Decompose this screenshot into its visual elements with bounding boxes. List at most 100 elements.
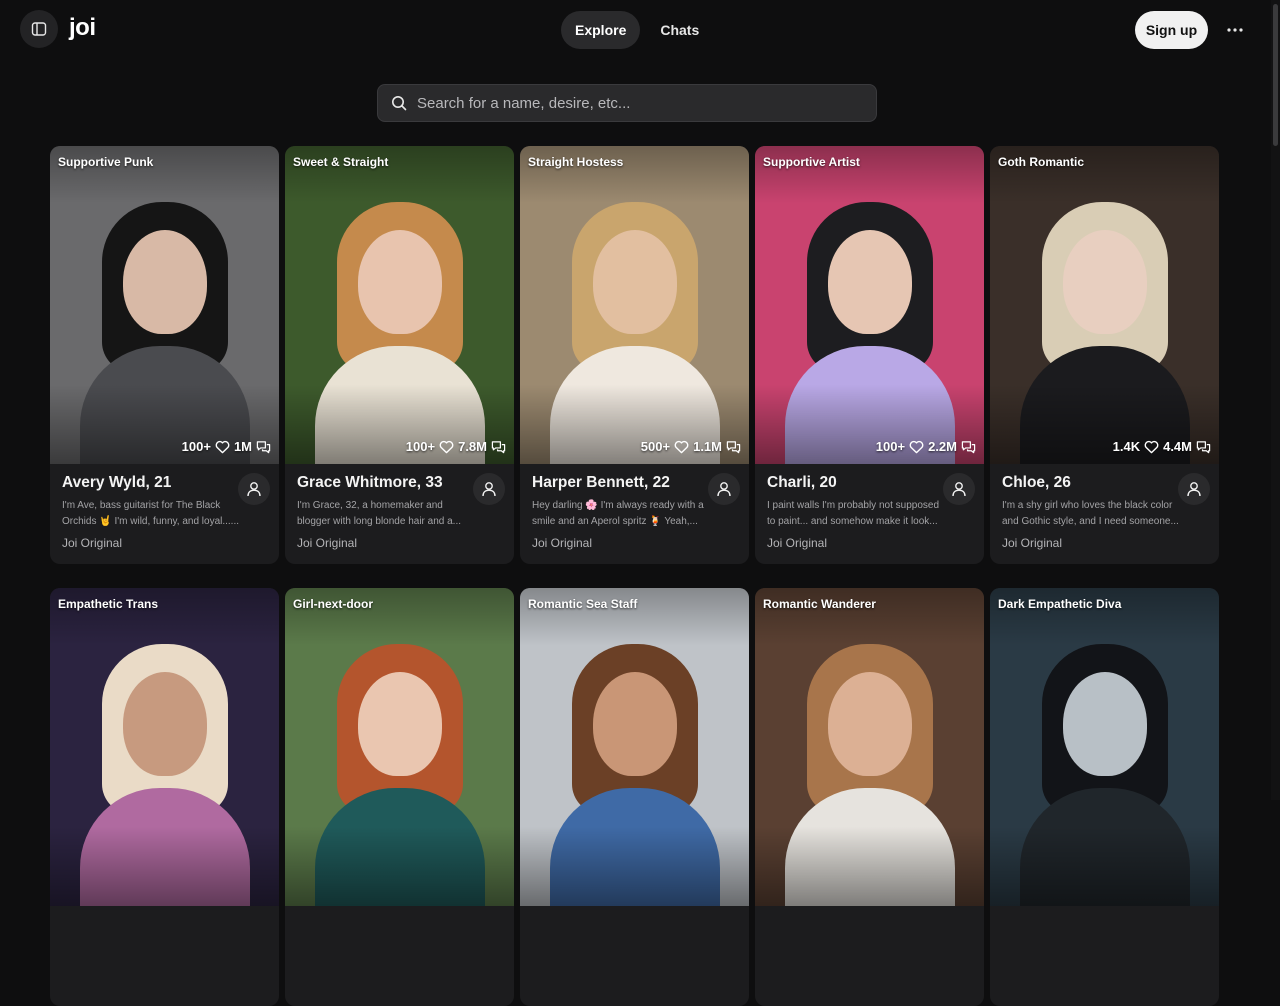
- chat-count: 500+: [640, 439, 671, 454]
- image-shade: [285, 588, 514, 906]
- card-info: Avery Wyld, 21 I'm Ave, bass guitarist f…: [50, 464, 279, 564]
- personality-tag: Romantic Sea Staff: [528, 597, 638, 611]
- like-count: 4.4M: [1163, 439, 1192, 454]
- chat-bubbles-icon: [961, 440, 976, 453]
- character-card[interactable]: Straight Hostess 500+ 1.1M Harper Bennet…: [520, 146, 749, 564]
- character-image[interactable]: Romantic Wanderer: [755, 588, 984, 906]
- heart-icon: [909, 440, 924, 453]
- top-bar: joi Explore Chats Sign up: [0, 0, 1280, 60]
- character-origin: Joi Original: [297, 536, 358, 550]
- user-icon: [952, 482, 966, 497]
- card-stats: 100+ 7.8M: [406, 439, 506, 454]
- tab-chats[interactable]: Chats: [646, 11, 713, 49]
- character-card[interactable]: Goth Romantic 1.4K 4.4M Chloe, 26 I'm a …: [990, 146, 1219, 564]
- character-card[interactable]: Dark Empathetic Diva: [990, 588, 1219, 1006]
- character-name: Charli, 20: [767, 474, 837, 491]
- card-stats: 100+ 1M: [182, 439, 271, 454]
- view-profile-button[interactable]: [238, 473, 270, 505]
- search-input[interactable]: [417, 94, 876, 112]
- user-icon: [717, 482, 731, 497]
- character-description: I'm Ave, bass guitarist for The Black Or…: [62, 500, 240, 527]
- character-description: I paint walls I'm probably not supposed …: [767, 500, 940, 527]
- logo[interactable]: joi: [69, 14, 96, 42]
- character-origin: Joi Original: [1002, 536, 1063, 550]
- image-shade: [50, 588, 279, 906]
- tab-explore[interactable]: Explore: [561, 11, 641, 49]
- card-info: Harper Bennett, 22 Hey darling 🌸 I'm alw…: [520, 464, 749, 564]
- character-origin: Joi Original: [532, 536, 593, 550]
- view-profile-button[interactable]: [1178, 473, 1210, 505]
- character-image[interactable]: Straight Hostess 500+ 1.1M: [520, 146, 749, 464]
- character-image[interactable]: Dark Empathetic Diva: [990, 588, 1219, 906]
- character-card[interactable]: Supportive Artist 100+ 2.2M Charli, 20 I…: [755, 146, 984, 564]
- heart-icon: [439, 440, 454, 453]
- card-stats: 500+ 1.1M: [641, 439, 741, 454]
- character-origin: Joi Original: [767, 536, 828, 550]
- view-profile-button[interactable]: [943, 473, 975, 505]
- character-description: I'm a shy girl who loves the black color…: [1002, 500, 1179, 527]
- card-stats: 1.4K 4.4M: [1113, 439, 1211, 454]
- character-image[interactable]: Supportive Artist 100+ 2.2M: [755, 146, 984, 464]
- user-icon: [482, 482, 496, 497]
- character-origin: Joi Original: [62, 536, 123, 550]
- character-image[interactable]: Girl-next-door: [285, 588, 514, 906]
- personality-tag: Straight Hostess: [528, 155, 624, 169]
- personality-tag: Romantic Wanderer: [763, 597, 876, 611]
- character-card[interactable]: Romantic Wanderer: [755, 588, 984, 1006]
- chat-count: 100+: [405, 439, 436, 454]
- card-info: Chloe, 26 I'm a shy girl who loves the b…: [990, 464, 1219, 564]
- sign-up-button[interactable]: Sign up: [1135, 11, 1208, 49]
- card-stats: 100+ 2.2M: [876, 439, 976, 454]
- image-shade: [520, 588, 749, 906]
- chat-count: 1.4K: [1112, 439, 1141, 454]
- sidebar-toggle-icon: [31, 22, 47, 36]
- sidebar-toggle-button[interactable]: [20, 10, 58, 48]
- personality-tag: Girl-next-door: [293, 597, 373, 611]
- character-name: Avery Wyld, 21: [62, 474, 172, 491]
- view-profile-button[interactable]: [473, 473, 505, 505]
- more-horizontal-icon: [1227, 28, 1243, 32]
- chat-count: 100+: [181, 439, 211, 454]
- heart-icon: [674, 440, 689, 453]
- character-card[interactable]: Empathetic Trans: [50, 588, 279, 1006]
- character-image[interactable]: Supportive Punk 100+ 1M: [50, 146, 279, 464]
- character-name: Grace Whitmore, 33: [297, 474, 443, 491]
- image-shade: [50, 146, 279, 464]
- character-card[interactable]: Supportive Punk 100+ 1M Avery Wyld, 21 I…: [50, 146, 279, 564]
- chat-bubbles-icon: [491, 440, 506, 453]
- search-icon: [392, 96, 407, 111]
- image-shade: [520, 146, 749, 464]
- personality-tag: Sweet & Straight: [293, 155, 389, 169]
- image-shade: [755, 146, 984, 464]
- search-bar[interactable]: [377, 84, 877, 122]
- personality-tag: Goth Romantic: [998, 155, 1084, 169]
- image-shade: [990, 588, 1219, 906]
- character-card[interactable]: Girl-next-door: [285, 588, 514, 1006]
- heart-icon: [1144, 440, 1159, 453]
- character-image[interactable]: Empathetic Trans: [50, 588, 279, 906]
- image-shade: [755, 588, 984, 906]
- chat-bubbles-icon: [256, 440, 271, 453]
- nav-tabs: Explore Chats: [561, 11, 713, 49]
- more-options-button[interactable]: [1222, 18, 1248, 42]
- user-icon: [247, 482, 261, 497]
- personality-tag: Supportive Punk: [58, 155, 154, 169]
- character-card[interactable]: Romantic Sea Staff: [520, 588, 749, 1006]
- personality-tag: Supportive Artist: [763, 155, 860, 169]
- like-count: 7.8M: [458, 439, 487, 454]
- character-image[interactable]: Romantic Sea Staff: [520, 588, 749, 906]
- personality-tag: Empathetic Trans: [58, 597, 159, 611]
- view-profile-button[interactable]: [708, 473, 740, 505]
- like-count: 1M: [233, 439, 252, 454]
- user-icon: [1187, 482, 1201, 497]
- character-image[interactable]: Sweet & Straight 100+ 7.8M: [285, 146, 514, 464]
- character-card[interactable]: Sweet & Straight 100+ 7.8M Grace Whitmor…: [285, 146, 514, 564]
- character-grid: Supportive Punk 100+ 1M Avery Wyld, 21 I…: [50, 146, 1219, 1006]
- personality-tag: Dark Empathetic Diva: [998, 597, 1122, 611]
- card-info: Grace Whitmore, 33 I'm Grace, 32, a home…: [285, 464, 514, 564]
- scrollbar-thumb[interactable]: [1273, 4, 1278, 146]
- page-scrollbar[interactable]: [1271, 0, 1280, 800]
- character-name: Harper Bennett, 22: [532, 474, 670, 491]
- like-count: 2.2M: [928, 439, 957, 454]
- character-image[interactable]: Goth Romantic 1.4K 4.4M: [990, 146, 1219, 464]
